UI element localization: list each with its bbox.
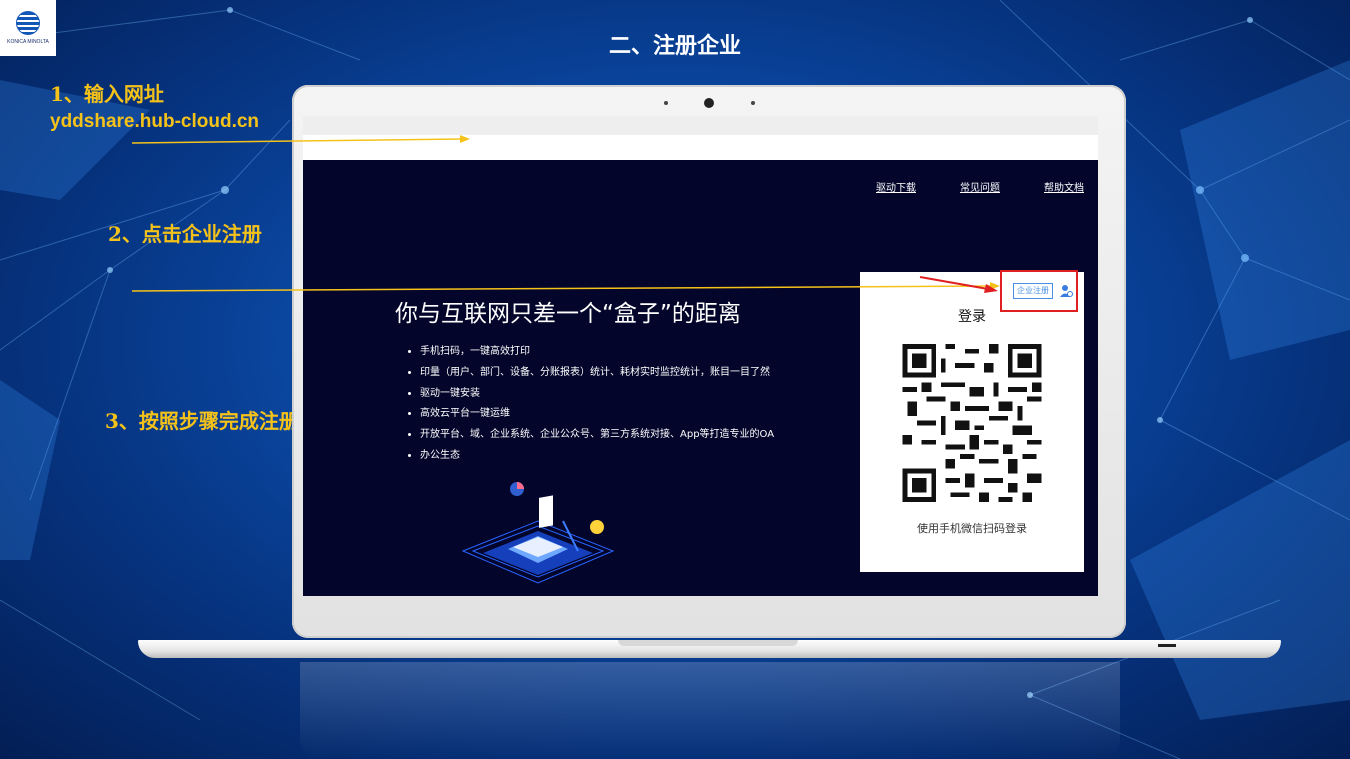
laptop-base [138, 640, 1281, 658]
browser-tab-bar [303, 116, 1098, 135]
slide-title: 二、注册企业 [608, 33, 741, 59]
laptop-reflection [300, 662, 1120, 759]
user-add-icon[interactable] [1059, 284, 1073, 298]
site-headline: 你与互联网只差一个“盒子”的距离 [395, 301, 741, 327]
step-2-label: 2、点击企业注册 [108, 222, 262, 246]
laptop-camera-icon [704, 98, 714, 108]
nav-link-faq[interactable]: 常见问题 [960, 179, 1000, 194]
step-1: 1、输入网址 yddshare.hub-cloud.cn [50, 78, 259, 133]
step-3-label: 3、按照步骤完成注册 [105, 409, 299, 433]
laptop-sensor-right [751, 101, 755, 105]
nav-link-driver-download[interactable]: 驱动下载 [876, 179, 916, 194]
wechat-qr-code[interactable] [902, 344, 1042, 502]
browser-address-bar[interactable] [303, 135, 1098, 160]
login-hint: 使用手机微信扫码登录 [917, 522, 1027, 535]
laptop-hinge-notch [618, 640, 798, 646]
nav-link-help-docs[interactable]: 帮助文档 [1044, 179, 1084, 194]
list-item: 办公生态 [420, 446, 774, 467]
step-1-label: 1、输入网址 [50, 82, 164, 106]
feature-list: 手机扫码，一键高效打印 印量（用户、部门、设备、分账报表）统计、耗材实时监控统计… [408, 342, 774, 467]
register-highlight-box: 企业注册 [1000, 270, 1078, 312]
site-nav: 驱动下载 常见问题 帮助文档 [876, 179, 1084, 194]
list-item: 开放平台、域、企业系统、企业公众号、第三方系统对接、App等打造专业的OA [420, 425, 774, 446]
laptop-indicator-light [1158, 644, 1176, 647]
list-item: 高效云平台一键运维 [420, 404, 774, 425]
list-item: 印量（用户、部门、设备、分账报表）统计、耗材实时监控统计，账目一目了然 [420, 363, 774, 384]
enterprise-register-button[interactable]: 企业注册 [1013, 283, 1053, 299]
step-1-url: yddshare.hub-cloud.cn [50, 111, 260, 132]
cloud-box-illustration [461, 482, 615, 584]
list-item: 手机扫码，一键高效打印 [420, 342, 774, 363]
laptop-sensor-left [664, 101, 668, 105]
login-card: 登录 使用手机微信扫码登录 [860, 272, 1084, 572]
list-item: 驱动一键安装 [420, 384, 774, 405]
browser-screen: 驱动下载 常见问题 帮助文档 你与互联网只差一个“盒子”的距离 手机扫码，一键高… [303, 116, 1098, 596]
